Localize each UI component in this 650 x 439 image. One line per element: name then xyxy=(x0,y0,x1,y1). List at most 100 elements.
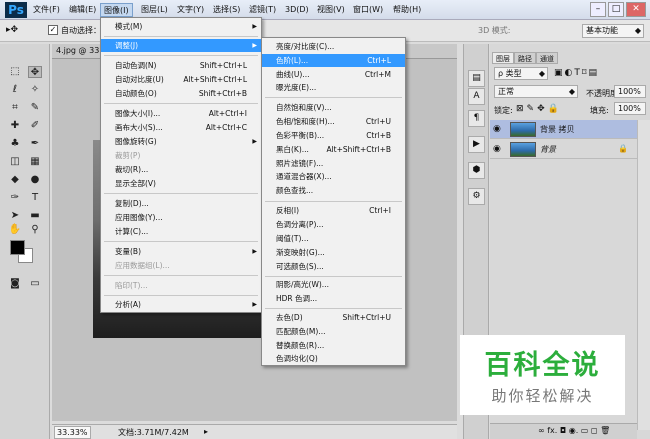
type-tool-icon[interactable]: T xyxy=(28,192,42,204)
menu-item-analysis[interactable]: 分析(A) ▶ xyxy=(101,298,261,311)
menu-item-duplicate[interactable]: 复制(D)... xyxy=(101,197,261,210)
layers-scrollbar[interactable] xyxy=(637,120,650,430)
menu-item-brightness-contrast[interactable]: 亮度/对比度(C)... xyxy=(262,40,405,53)
menu-item-exposure[interactable]: 曝光度(E)... xyxy=(262,81,405,94)
menu-item-trim[interactable]: 裁切(R)... xyxy=(101,163,261,176)
menu-layer[interactable]: 图层(L) xyxy=(138,3,171,17)
visibility-eye-icon[interactable]: ◉ xyxy=(493,144,501,154)
menu-item-image-size[interactable]: 图像大小(I)... Alt+Ctrl+I xyxy=(101,107,261,120)
menu-item-color-balance[interactable]: 色彩平衡(B)... Ctrl+B xyxy=(262,129,405,142)
magic-wand-icon[interactable]: ✧ xyxy=(28,84,42,96)
menu-item-canvas-size[interactable]: 画布大小(S)... Alt+Ctrl+C xyxy=(101,121,261,134)
hand-tool-icon[interactable]: ✋ xyxy=(8,224,22,236)
paragraph-panel-icon[interactable]: ¶ xyxy=(468,110,485,127)
3d-panel-icon[interactable]: ⬢ xyxy=(468,162,485,179)
menu-item-equalize[interactable]: 色调均化(Q) xyxy=(262,352,405,365)
character-panel-icon[interactable]: A xyxy=(468,88,485,105)
clone-stamp-icon[interactable]: ♣ xyxy=(8,138,22,150)
menu-item-adjustments[interactable]: 调整(J) ▶ xyxy=(101,39,261,52)
menu-item-hdr-toning[interactable]: HDR 色调... xyxy=(262,292,405,305)
blur-tool-icon[interactable]: ◆ xyxy=(8,174,22,186)
minimize-icon[interactable]: – xyxy=(590,2,606,17)
zoom-field[interactable]: 33.33% xyxy=(54,426,91,439)
path-selection-icon[interactable]: ➤ xyxy=(8,210,22,222)
layer-action-icons[interactable]: ∞ fx. ◘ ◉. ▭ ◻ 🗑 xyxy=(538,426,610,435)
quick-mask-icon[interactable]: ◙ xyxy=(8,278,22,290)
menu-item-desaturate[interactable]: 去色(D) Shift+Ctrl+U xyxy=(262,311,405,324)
crop-tool-icon[interactable]: ⌗ xyxy=(8,102,22,114)
menu-item-calculations[interactable]: 计算(C)... xyxy=(101,225,261,238)
move-tool-icon[interactable]: ✥ xyxy=(28,66,42,78)
close-icon[interactable]: ✕ xyxy=(626,2,646,17)
menu-type[interactable]: 文字(Y) xyxy=(174,3,207,17)
menu-view[interactable]: 视图(V) xyxy=(314,3,348,17)
layer-filter-icons[interactable]: ▣◐T⌑▤ xyxy=(554,68,599,78)
blend-mode-select[interactable]: 正常 ◆ xyxy=(494,85,578,98)
menu-item-apply-image[interactable]: 应用图像(Y)... xyxy=(101,211,261,224)
menu-image[interactable]: 图像(I) xyxy=(100,3,133,17)
menu-item-posterize[interactable]: 色调分离(P)... xyxy=(262,218,405,231)
menu-item-match-color[interactable]: 匹配颜色(M)... xyxy=(262,325,405,338)
eyedropper-icon[interactable]: ✎ xyxy=(28,102,42,114)
menu-item-gradient-map[interactable]: 渐变映射(G)... xyxy=(262,246,405,259)
menu-select[interactable]: 选择(S) xyxy=(210,3,243,17)
menu-item-replace-color[interactable]: 替换颜色(R)... xyxy=(262,339,405,352)
marquee-tool-icon[interactable]: ⬚ xyxy=(8,66,22,78)
zoom-tool-icon[interactable]: ⚲ xyxy=(28,224,42,236)
menu-3d[interactable]: 3D(D) xyxy=(282,3,312,17)
actions-panel-icon[interactable]: ▶ xyxy=(468,136,485,153)
properties-panel-icon[interactable]: ⚙ xyxy=(468,188,485,205)
shape-tool-icon[interactable]: ▬ xyxy=(28,210,42,222)
menu-item-levels[interactable]: 色阶(L)... Ctrl+L xyxy=(262,54,405,67)
maximize-icon[interactable]: □ xyxy=(608,2,624,17)
screen-mode-icon[interactable]: ▭ xyxy=(28,278,42,290)
menu-item-auto-contrast[interactable]: 自动对比度(U) Alt+Shift+Ctrl+L xyxy=(101,73,261,86)
menu-item-variables[interactable]: 变量(B) ▶ xyxy=(101,245,261,258)
lasso-tool-icon[interactable]: ℓ xyxy=(8,84,22,96)
lock-icons[interactable]: ⊠✎✥🔒 xyxy=(516,104,562,114)
dodge-tool-icon[interactable]: ● xyxy=(28,174,42,186)
menu-item-reveal-all[interactable]: 显示全部(V) xyxy=(101,177,261,190)
tab-paths[interactable]: 路径 xyxy=(514,52,536,64)
menu-item-shadows-highlights[interactable]: 阴影/高光(W)... xyxy=(262,278,405,291)
tab-layers[interactable]: 图层 xyxy=(492,52,514,64)
menu-item-black-white[interactable]: 黑白(K)... Alt+Shift+Ctrl+B xyxy=(262,143,405,156)
menu-item-curves[interactable]: 曲线(U)... Ctrl+M xyxy=(262,68,405,81)
menu-item-selective-color[interactable]: 可选颜色(S)... xyxy=(262,260,405,273)
healing-brush-icon[interactable]: ✚ xyxy=(8,120,22,132)
gradient-tool-icon[interactable]: ▦ xyxy=(28,156,42,168)
menu-item-color-lookup[interactable]: 颜色查找... xyxy=(262,184,405,197)
menu-item-photo-filter[interactable]: 照片滤镜(F)... xyxy=(262,157,405,170)
menu-item-mode[interactable]: 模式(M) ▶ xyxy=(101,20,261,33)
workspace-select[interactable]: 基本功能 ◆ xyxy=(582,24,644,38)
layer-row[interactable]: ◉ 背景 🔒 xyxy=(490,140,637,159)
tab-channels[interactable]: 通道 xyxy=(536,52,558,64)
menu-item-threshold[interactable]: 阈值(T)... xyxy=(262,232,405,245)
menu-item-auto-tone[interactable]: 自动色调(N) Shift+Ctrl+L xyxy=(101,59,261,72)
menu-filter[interactable]: 滤镜(T) xyxy=(246,3,279,17)
menu-help[interactable]: 帮助(H) xyxy=(390,3,424,17)
history-brush-icon[interactable]: ✒ xyxy=(28,138,42,150)
fill-field[interactable]: 100% xyxy=(614,102,646,115)
menu-item-auto-color[interactable]: 自动颜色(O) Shift+Ctrl+B xyxy=(101,87,261,100)
auto-select-checkbox[interactable]: ✓ xyxy=(48,25,58,35)
menu-item-hue-saturation[interactable]: 色相/饱和度(H)... Ctrl+U xyxy=(262,115,405,128)
history-panel-icon[interactable]: ▤ xyxy=(468,70,485,87)
foreground-color-swatch[interactable] xyxy=(10,240,25,255)
layer-row[interactable]: ◉ 背景 拷贝 xyxy=(490,120,637,139)
menu-item-vibrance[interactable]: 自然饱和度(V)... xyxy=(262,101,405,114)
status-arrow-icon[interactable]: ▸ xyxy=(204,427,208,436)
layer-kind-filter[interactable]: ρ 类型 ◆ xyxy=(494,67,548,80)
brush-tool-icon[interactable]: ✐ xyxy=(28,120,42,132)
menu-window[interactable]: 窗口(W) xyxy=(350,3,386,17)
eraser-icon[interactable]: ◫ xyxy=(8,156,22,168)
menu-edit[interactable]: 编辑(E) xyxy=(66,3,99,17)
menu-item-invert[interactable]: 反相(I) Ctrl+I xyxy=(262,204,405,217)
menu-item-channel-mixer[interactable]: 通道混合器(X)... xyxy=(262,170,405,183)
move-tool-preset-icon[interactable]: ▸✥ xyxy=(6,25,18,35)
menu-file[interactable]: 文件(F) xyxy=(30,3,63,17)
opacity-field[interactable]: 100% xyxy=(614,85,646,98)
menu-item-image-rotation[interactable]: 图像旋转(G) ▶ xyxy=(101,135,261,148)
pen-tool-icon[interactable]: ✑ xyxy=(8,192,22,204)
visibility-eye-icon[interactable]: ◉ xyxy=(493,124,501,134)
